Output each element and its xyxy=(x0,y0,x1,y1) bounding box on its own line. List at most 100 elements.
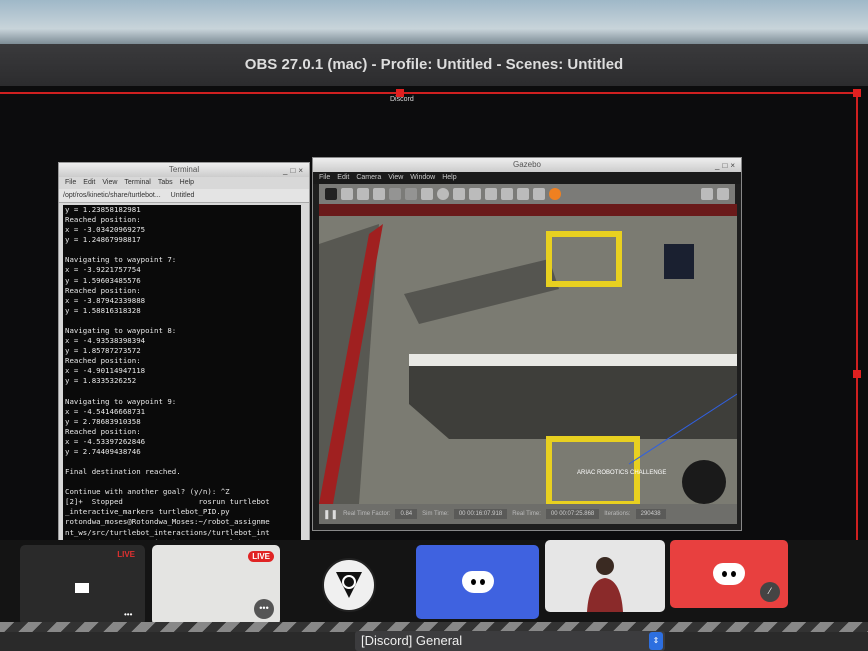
background-wallpaper xyxy=(0,0,868,48)
paste-icon[interactable] xyxy=(501,188,513,200)
record-icon[interactable] xyxy=(549,188,561,200)
undo-icon[interactable] xyxy=(389,188,401,200)
terminal-output[interactable]: y = 1.23858182981 Reached position: x = -3… xyxy=(63,205,301,543)
terminal-line: y = 1.59603485576 xyxy=(65,275,141,285)
discord-logo-icon xyxy=(713,563,745,585)
cylinder-shape-icon[interactable] xyxy=(453,188,465,200)
server-logo-icon xyxy=(336,572,362,598)
menu-item[interactable]: Window xyxy=(410,174,435,181)
log-icon[interactable] xyxy=(717,188,729,200)
sim-time-label: Sim Time: xyxy=(422,511,449,517)
menu-item[interactable]: Tabs xyxy=(158,179,173,186)
light-icon[interactable] xyxy=(469,188,481,200)
sphere-shape-icon[interactable] xyxy=(437,188,449,200)
terminal-line: Reached position: xyxy=(65,285,141,295)
participant-tiles: LIVE ••• LIVE ••• ⁄ xyxy=(0,540,868,630)
scene-select-value: [Discord] General xyxy=(361,633,463,648)
iterations-label: Iterations: xyxy=(604,511,631,517)
menu-item[interactable]: Help xyxy=(442,174,456,181)
scale-tool-icon[interactable] xyxy=(373,188,385,200)
copy-icon[interactable] xyxy=(485,188,497,200)
terminal-line: y = 2.74409438746 xyxy=(65,446,141,456)
more-button[interactable]: ••• xyxy=(254,599,274,619)
select-tool-icon[interactable] xyxy=(325,188,337,200)
ariac-sign: ARIAC ROBOTICS CHALLENGE xyxy=(577,470,666,476)
screenshot-icon[interactable] xyxy=(701,188,713,200)
terminal-line: nt_ws/src/turtlebot_interactions/turtleb… xyxy=(65,527,270,537)
camera-off-tile[interactable]: LIVE ••• xyxy=(20,545,145,625)
menu-item[interactable]: Edit xyxy=(337,174,349,181)
terminal-line: _interactive_markers turtlebot_PID.py xyxy=(65,507,230,517)
terminal-line: Final destination reached. xyxy=(65,467,181,477)
redo-icon[interactable] xyxy=(405,188,417,200)
pause-button[interactable]: ❚❚ xyxy=(323,509,338,520)
gazebo-title: Gazebo xyxy=(512,160,542,169)
screen-share-tile[interactable]: LIVE ••• xyxy=(152,545,280,625)
terminal-line: y = 1.24867998817 xyxy=(65,235,141,245)
live-badge: LIVE xyxy=(248,551,274,562)
terminal-title: Terminal xyxy=(168,165,200,174)
terminal-line: Navigating to waypoint 9: xyxy=(65,396,177,406)
menu-item[interactable]: File xyxy=(65,179,76,186)
discord-muted-user-tile[interactable]: ⁄ xyxy=(670,540,788,608)
snap-icon[interactable] xyxy=(533,188,545,200)
iterations-value: 290438 xyxy=(635,509,666,519)
terminal-line: Navigating to waypoint 8: xyxy=(65,325,177,335)
menu-item[interactable]: File xyxy=(319,174,330,181)
scene-select[interactable]: [Discord] General ⇕ xyxy=(355,631,665,651)
live-badge: LIVE xyxy=(117,550,135,559)
gazebo-window[interactable]: Gazebo _□× File Edit Camera View Window Help A… xyxy=(312,157,742,531)
menu-item[interactable]: Edit xyxy=(83,179,95,186)
gazebo-3d-scene[interactable]: ARIAC ROBOTICS CHALLENGE xyxy=(319,204,737,504)
rtf-label: Real Time Factor: xyxy=(343,511,391,517)
terminal-window[interactable]: Terminal _□× File Edit View Terminal Tabs Help… xyxy=(58,162,310,548)
terminal-line: Reached position: xyxy=(65,356,141,366)
terminal-line: x = -4.53397262846 xyxy=(65,436,146,446)
terminal-line: x = -3.03420969275 xyxy=(65,225,146,235)
terminal-line: rotondwa_moses@Rotondwa_Moses:~/robot_as… xyxy=(65,517,270,527)
terminal-line: Navigating to waypoint 7: xyxy=(65,255,177,265)
select-chevron-icon[interactable]: ⇕ xyxy=(649,632,663,650)
terminal-line: y = 1.8335326252 xyxy=(65,376,137,386)
terminal-line: Reached position: xyxy=(65,426,141,436)
terminal-tab[interactable]: Untitled xyxy=(171,192,195,199)
discord-logo-icon xyxy=(461,571,494,593)
real-time-value: 00 00:07:25.868 xyxy=(545,509,600,519)
rotate-tool-icon[interactable] xyxy=(357,188,369,200)
menu-item[interactable]: Terminal xyxy=(124,179,150,186)
terminal-line: y = 1.23858182981 xyxy=(65,205,141,214)
menu-item[interactable]: Help xyxy=(180,179,194,186)
translate-tool-icon[interactable] xyxy=(341,188,353,200)
discord-user-tile[interactable] xyxy=(416,545,539,619)
terminal-line: x = -4.93538398394 xyxy=(65,336,146,346)
terminal-line: y = 1.58816318328 xyxy=(65,305,141,315)
align-icon[interactable] xyxy=(517,188,529,200)
terminal-tab[interactable]: /opt/ros/kinetic/share/turtlebot... xyxy=(63,192,161,199)
terminal-line: y = 2.78683910358 xyxy=(65,416,141,426)
scene-render: ARIAC ROBOTICS CHALLENGE xyxy=(319,204,737,504)
menu-item[interactable]: View xyxy=(102,179,117,186)
more-icon[interactable]: ••• xyxy=(124,610,132,619)
box-shape-icon[interactable] xyxy=(421,188,433,200)
terminal-line: y = 1.85787273572 xyxy=(65,346,141,356)
menu-item[interactable]: View xyxy=(388,174,403,181)
user-video-tile[interactable] xyxy=(545,540,665,612)
window-controls[interactable]: _□× xyxy=(283,164,306,178)
terminal-line: x = -3.9221757754 xyxy=(65,265,141,275)
terminal-line: [2]+ Stopped rosrun turtlebot xyxy=(65,497,270,507)
window-title: OBS 27.0.1 (mac) - Profile: Untitled - S… xyxy=(0,44,868,86)
muted-mic-icon: ⁄ xyxy=(760,582,780,602)
rtf-value: 0.84 xyxy=(395,509,418,519)
window-controls[interactable]: _□× xyxy=(715,159,738,173)
sim-time-value: 00 00:16:07.918 xyxy=(453,509,508,519)
user-avatar xyxy=(587,557,623,612)
gazebo-status-bar: ❚❚ Real Time Factor: 0.84 Sim Time: 00 00:… xyxy=(319,504,737,524)
menu-item[interactable]: Camera xyxy=(356,174,381,181)
server-avatar[interactable] xyxy=(322,558,376,612)
terminal-line: x = -4.54146668731 xyxy=(65,406,146,416)
real-time-label: Real Time: xyxy=(512,511,541,517)
